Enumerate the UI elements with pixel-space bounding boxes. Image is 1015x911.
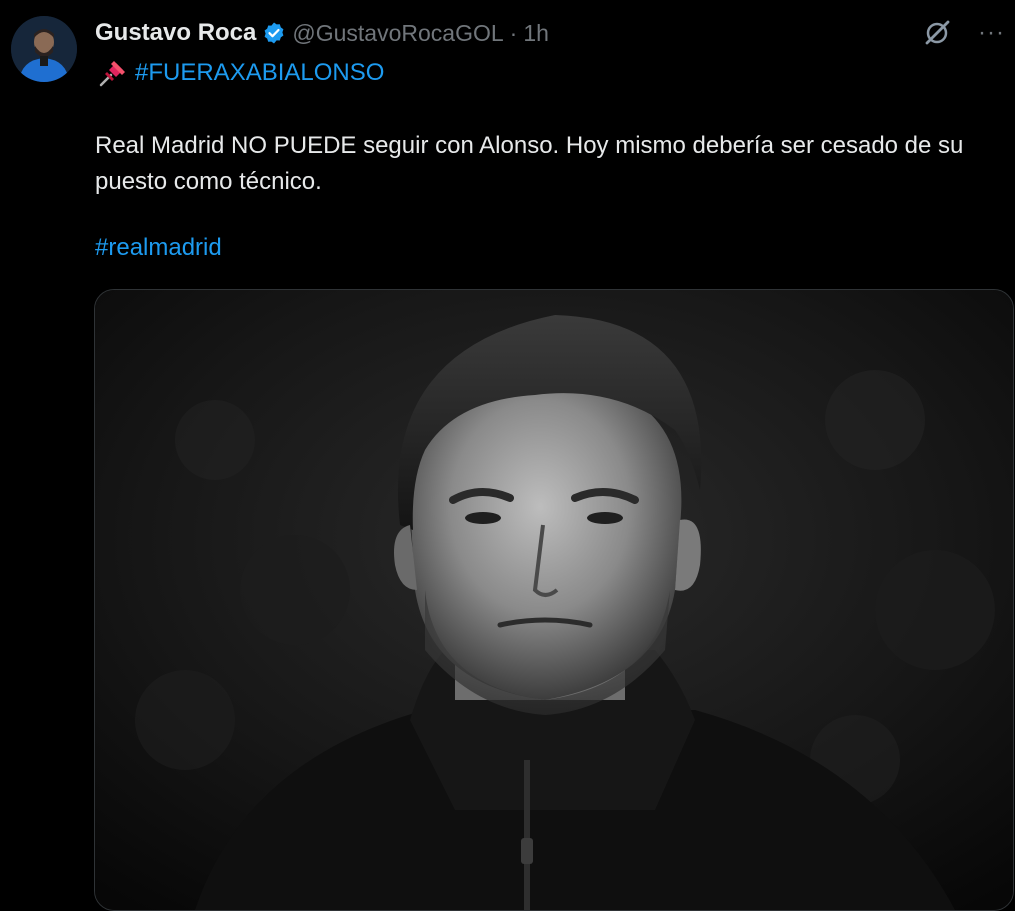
tweet-actions: ··· [922,18,1005,48]
avatar-image [11,16,77,82]
separator-dot: · [509,19,518,46]
more-options-icon[interactable]: ··· [978,21,1005,45]
verified-badge-icon[interactable] [262,21,286,45]
pushpin-icon [97,57,129,89]
pinned-hashtag-link[interactable]: #FUERAXABIALONSO [135,59,384,87]
tweet-text: Real Madrid NO PUEDE seguir con Alonso. … [95,132,964,195]
grok-icon[interactable] [922,18,952,48]
avatar[interactable] [11,16,77,82]
author-handle[interactable]: @GustavoRocaGOL [292,20,503,47]
hashtag-link[interactable]: #realmadrid [95,234,222,262]
portrait-photo [95,290,1013,910]
tweet-timestamp[interactable]: 1h [523,20,549,47]
tweet-header: Gustavo Roca @GustavoRocaGOL · 1h [95,18,549,48]
tweet-media-photo[interactable] [94,289,1014,911]
pinned-hashtag-line: #FUERAXABIALONSO [97,57,384,89]
author-name[interactable]: Gustavo Roca [95,19,256,47]
tweet[interactable]: Gustavo Roca @GustavoRocaGOL · 1h ··· #F… [0,0,1015,911]
